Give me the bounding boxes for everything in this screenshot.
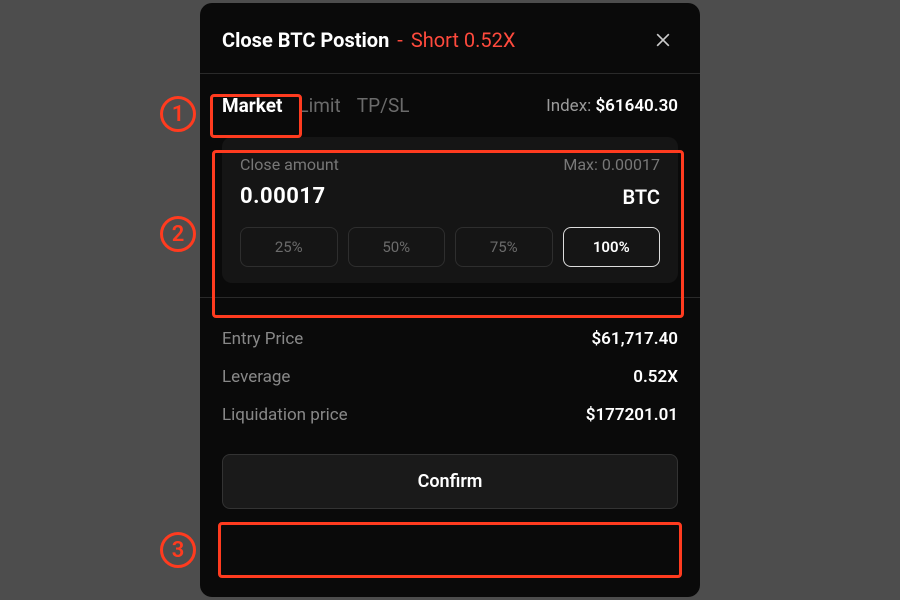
title-dash: - [397,28,403,52]
leverage-value: 0.52X [633,367,678,387]
percent-buttons: 25% 50% 75% 100% [240,227,660,267]
annotation-number-2: 2 [160,216,196,252]
position-details: Entry Price $61,717.40 Leverage 0.52X Li… [200,297,700,440]
confirm-button[interactable]: Confirm [222,454,678,509]
modal-header: Close BTC Postion - Short 0.52X [200,3,700,74]
tab-limit[interactable]: Limit [298,94,340,117]
order-type-tabs: Market Limit TP/SL [222,94,409,117]
annotation-number-3: 3 [160,532,196,568]
percent-75-button[interactable]: 75% [455,227,553,267]
close-button[interactable] [648,25,678,55]
percent-50-button[interactable]: 50% [348,227,446,267]
index-price: Index: $61640.30 [546,96,678,116]
liquidation-label: Liquidation price [222,405,348,425]
amount-header: Close amount Max: 0.00017 [240,155,660,174]
index-value: $61640.30 [595,96,678,116]
percent-25-button[interactable]: 25% [240,227,338,267]
tabs-row: Market Limit TP/SL Index: $61640.30 [200,74,700,127]
entry-price-row: Entry Price $61,717.40 [222,320,678,358]
close-icon [653,30,673,50]
title-text: Close BTC Postion [222,28,389,52]
liquidation-row: Liquidation price $177201.01 [222,396,678,434]
annotation-number-1: 1 [160,96,196,132]
close-amount-panel: Close amount Max: 0.00017 0.00017 BTC 25… [222,137,678,283]
entry-price-label: Entry Price [222,329,303,349]
leverage-row: Leverage 0.52X [222,358,678,396]
tab-tpsl[interactable]: TP/SL [357,94,410,117]
amount-unit: BTC [622,185,660,209]
max-amount-label: Max: 0.00017 [563,155,660,174]
index-label: Index: [546,96,591,116]
percent-100-button[interactable]: 100% [563,227,661,267]
position-badge: Short 0.52X [411,28,516,52]
leverage-label: Leverage [222,367,290,387]
tab-market[interactable]: Market [222,94,282,117]
liquidation-value: $177201.01 [586,405,678,425]
modal-title: Close BTC Postion - Short 0.52X [222,28,515,52]
close-position-modal: Close BTC Postion - Short 0.52X Market L… [200,3,700,597]
amount-value-row: 0.00017 BTC [240,184,660,209]
entry-price-value: $61,717.40 [591,329,678,349]
close-amount-input[interactable]: 0.00017 [240,184,326,209]
close-amount-label: Close amount [240,155,339,174]
